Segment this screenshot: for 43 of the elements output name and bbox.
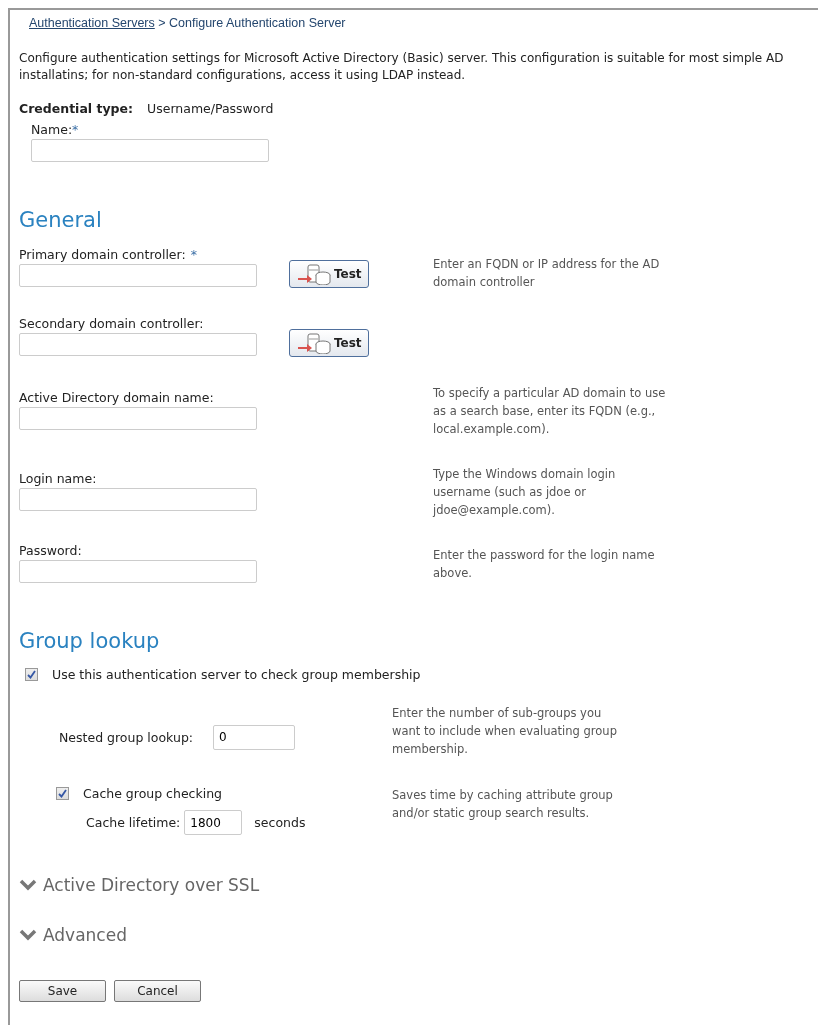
field-label: Login name: [19, 470, 98, 486]
help-text: Enter the password for the login name above. [433, 547, 656, 582]
test-button[interactable]: Test [289, 260, 369, 288]
credential-type-value: Username/Password [147, 101, 274, 116]
input-field[interactable] [19, 264, 257, 287]
help-text: Type the Windows domain login username (such as jdoe or jdoe@example.com). [433, 466, 617, 519]
checkbox-label: Cache group checking [83, 786, 223, 801]
section-heading: Group lookup [19, 629, 161, 653]
save-button[interactable]: Save [19, 980, 106, 1002]
chevron-icon [19, 878, 37, 892]
help-text: Enter an FQDN or IP address for the AD domain controller [433, 256, 661, 291]
input-field[interactable] [19, 487, 257, 511]
section-heading: General [19, 208, 103, 232]
input-field[interactable] [19, 406, 257, 430]
help-text: To specify a particular AD domain to use as a search base, enter its FQDN (e.g., local.example.com). [433, 385, 667, 438]
field-label: Active Directory domain name: [19, 389, 215, 405]
field-label: Primary domain controller: * [19, 247, 198, 262]
input-field[interactable] [31, 139, 269, 162]
input-field[interactable]: 0 [213, 724, 296, 750]
test-button[interactable]: Test [289, 329, 369, 357]
breadcrumb-current: Configure Authentication Server [169, 16, 346, 30]
credential-type-label: Credential type: [19, 101, 134, 116]
collapsible-header[interactable]: Active Directory over SSL [19, 875, 818, 895]
collapsible-header[interactable]: Advanced [19, 925, 818, 945]
unit-label: seconds [254, 815, 306, 830]
field-label: Cache lifetime: [86, 815, 181, 830]
field-label: Password: [19, 543, 83, 558]
field-label: Secondary domain controller: [19, 316, 205, 331]
breadcrumb-separator: > [157, 16, 167, 30]
input-field[interactable] [19, 333, 257, 356]
field-label: Nested group lookup: [59, 729, 194, 745]
field-label: Name:* [31, 122, 80, 137]
input-field[interactable] [19, 560, 257, 583]
checkbox[interactable] [25, 668, 38, 681]
breadcrumb-link[interactable]: Authentication Servers [29, 16, 155, 30]
help-text: Enter the number of sub-groups you want to include when evaluating group membership. [392, 705, 618, 758]
help-text: Saves time by caching attribute group and/or static group search results. [392, 787, 614, 822]
checkbox-label: Use this authentication server to check group membership [52, 667, 421, 682]
chevron-icon [19, 928, 37, 942]
input-field[interactable]: 1800 [184, 810, 243, 835]
description-text: Configure authentication settings for Microsoft Active Directory (Basic) server. This configuration is suitable for most simple AD installatins; for non-standard configurations, access it using LDAP instead. [19, 50, 785, 84]
cancel-button[interactable]: Cancel [114, 980, 201, 1002]
checkbox[interactable] [56, 787, 69, 800]
